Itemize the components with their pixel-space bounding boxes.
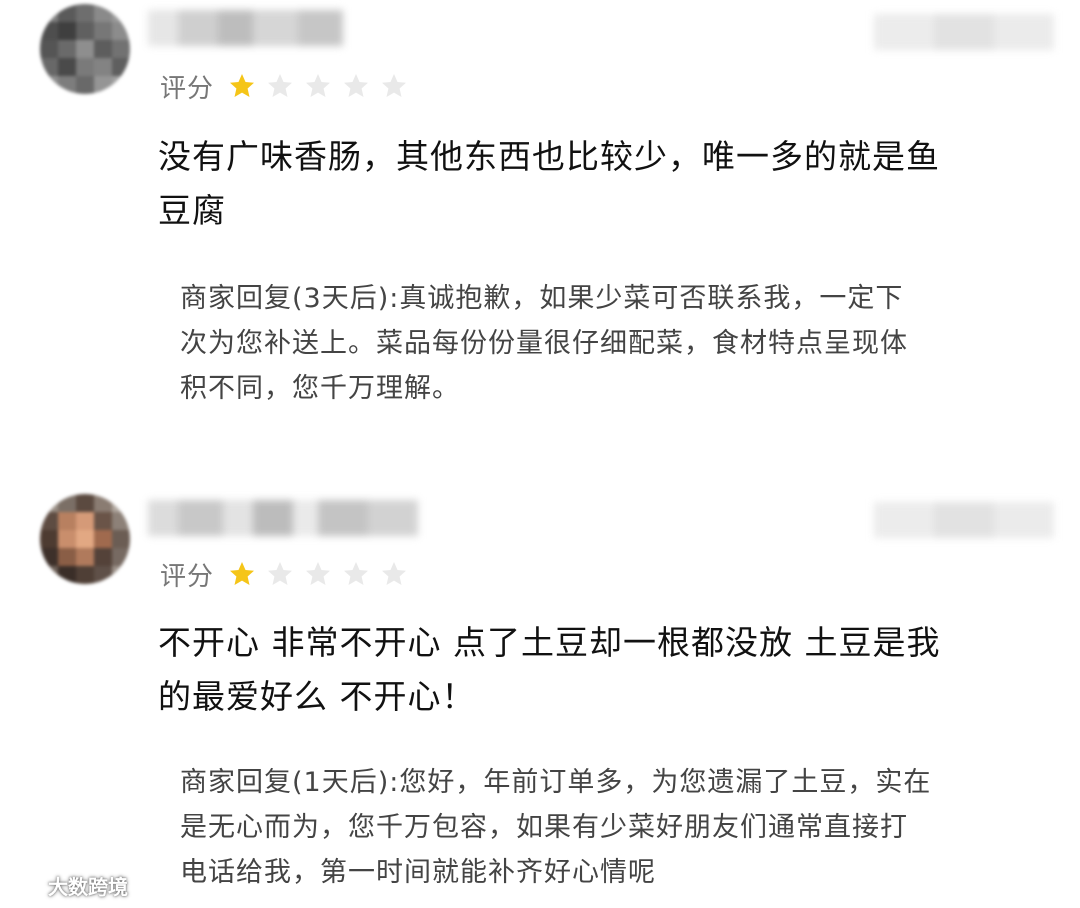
review-comment: 不开心 非常不开心 点了土豆却一根都没放 土豆是我 的最爱好么 不开心！ [158,616,1038,724]
timestamp-redacted [874,502,1054,538]
merchant-reply: 商家回复(3天后):真诚抱歉，如果少菜可否联系我，一定下 次为您补送上。菜品每份… [180,276,1030,411]
merchant-reply: 商家回复(1天后):您好，年前订单多，为您遗漏了土豆，实在 是无心而为，您千万包… [180,760,1030,895]
star-empty-icon [344,74,369,97]
review-comment-line: 没有广味香肠，其他东西也比较少，唯一多的就是鱼 [158,137,940,176]
user-avatar[interactable] [40,4,130,94]
merchant-reply-line: 商家回复(1天后):您好，年前订单多，为您遗漏了土豆，实在 [180,767,932,798]
star-empty-icon [306,562,331,585]
review-comment-line: 豆腐 [158,191,226,230]
star-rating [228,560,418,588]
username-redacted [148,10,343,46]
rating-label: 评分 [160,73,215,104]
star-empty-icon [382,562,407,585]
star-empty-icon [306,74,331,97]
watermark: 大数跨境 [10,871,128,900]
merchant-reply-line: 商家回复(3天后):真诚抱歉，如果少菜可否联系我，一定下 [180,283,904,314]
rating-label: 评分 [160,561,215,592]
review-comment-line: 的最爱好么 不开心！ [158,677,476,716]
review-item-1: 评分 没有广味香肠，其他东西也比较少，唯一多的就是鱼 豆腐 商家回复(3天后):… [0,0,1080,440]
watermark-text: 大数跨境 [48,875,128,899]
star-empty-icon [344,562,369,585]
timestamp-redacted [874,14,1054,50]
rating-row: 评分 [160,556,418,592]
star-filled-icon [230,74,255,97]
review-comment-line: 不开心 非常不开心 点了土豆却一根都没放 土豆是我 [158,623,941,662]
review-comment: 没有广味香肠，其他东西也比较少，唯一多的就是鱼 豆腐 [158,130,1038,238]
merchant-reply-line: 电话给我，第一时间就能补齐好心情呢 [180,857,656,888]
username-redacted [148,500,418,536]
star-filled-icon [230,562,255,585]
merchant-reply-line: 积不同，您千万理解。 [180,373,460,404]
star-empty-icon [268,74,293,97]
rating-row: 评分 [160,68,418,104]
review-item-2: 评分 不开心 非常不开心 点了土豆却一根都没放 土豆是我 的最爱好么 不开心！ … [0,490,1080,908]
star-empty-icon [268,562,293,585]
user-avatar[interactable] [40,494,130,584]
merchant-reply-line: 次为您补送上。菜品每份份量很仔细配菜，食材特点呈现体 [180,328,908,359]
star-rating [228,72,418,100]
star-empty-icon [382,74,407,97]
brand-logo-icon [10,878,44,893]
merchant-reply-line: 是无心而为，您千万包容，如果有少菜好朋友们通常直接打 [180,812,908,843]
